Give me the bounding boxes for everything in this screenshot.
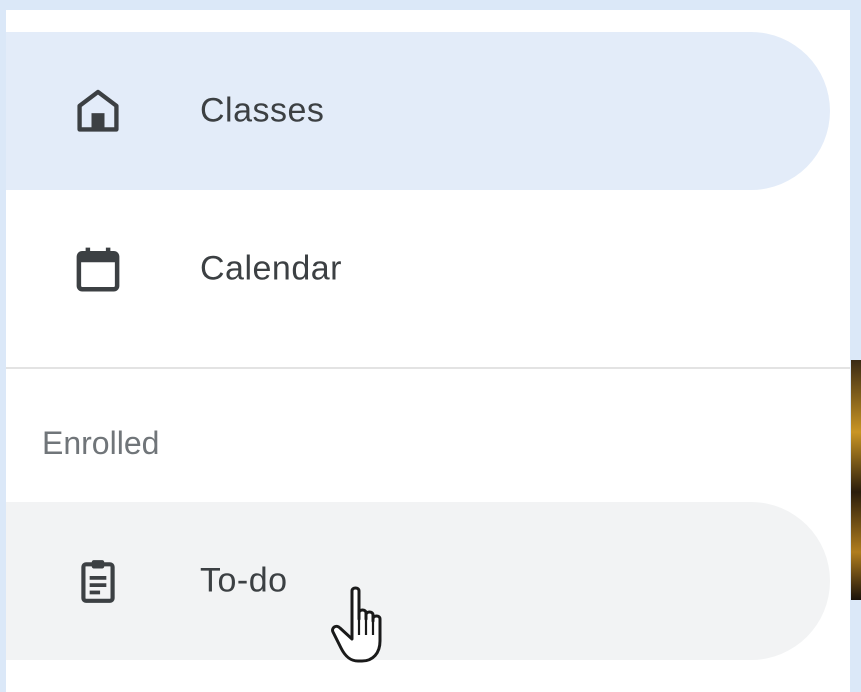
- nav-item-todo[interactable]: To-do: [6, 502, 830, 660]
- nav-item-label: Classes: [200, 91, 325, 130]
- enrolled-section-header: Enrolled: [42, 425, 160, 461]
- calendar-icon: [70, 241, 126, 297]
- screen: Classes Calendar Enrolled To-do: [0, 0, 861, 692]
- home-icon: [70, 83, 126, 139]
- nav-item-label: To-do: [200, 561, 288, 600]
- divider: [6, 367, 856, 369]
- navigation-drawer: Classes Calendar Enrolled To-do: [6, 10, 856, 692]
- nav-item-classes[interactable]: Classes: [6, 32, 830, 190]
- class-banner-image-edge: [851, 360, 861, 600]
- nav-item-label: Calendar: [200, 249, 342, 288]
- hand-pointer-icon: [328, 585, 392, 665]
- nav-item-calendar[interactable]: Calendar: [6, 190, 830, 348]
- clipboard-icon: [70, 553, 126, 609]
